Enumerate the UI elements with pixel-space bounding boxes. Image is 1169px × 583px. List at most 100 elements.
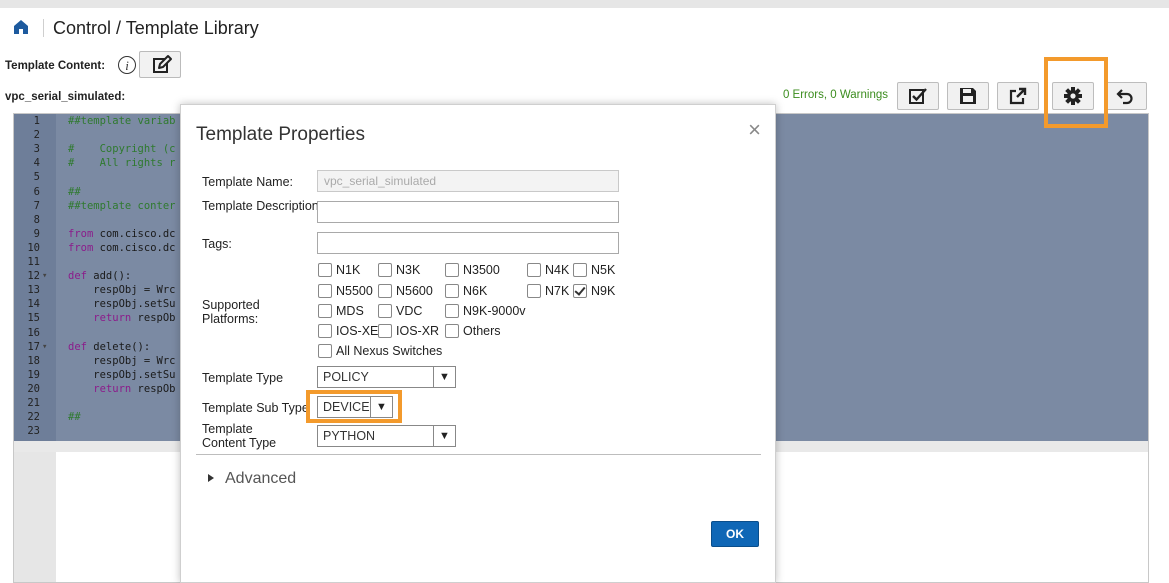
checkbox-label: N4K	[545, 263, 570, 277]
line-number: 11	[27, 256, 40, 268]
dropdown-arrow-icon: ▼	[370, 397, 392, 417]
template-sub-type-select[interactable]: DEVICE ▼	[317, 396, 393, 418]
checkbox-label: N5K	[591, 263, 616, 277]
checkbox-box[interactable]	[318, 344, 332, 358]
template-sub-type-label: Template Sub Type	[202, 401, 309, 415]
checkbox-label: IOS-XR	[396, 324, 440, 338]
line-number: 21	[27, 397, 40, 409]
template-properties-dialog: Template Properties × Template Name: Tem…	[180, 104, 776, 583]
checkbox-label: N7K	[545, 284, 570, 298]
template-type-label: Template Type	[202, 371, 284, 385]
checkbox-label: N9K-9000v	[463, 304, 526, 318]
template-content-label: Template Content:	[5, 60, 106, 72]
checkbox-box[interactable]	[527, 263, 541, 277]
checkbox-label: N5500	[336, 284, 373, 298]
expand-triangle-icon[interactable]	[208, 474, 214, 482]
dropdown-arrow-icon: ▼	[433, 367, 455, 387]
checkbox-box[interactable]	[318, 304, 332, 318]
template-description-input[interactable]	[317, 201, 619, 223]
platform-checkbox-n9k-9000v[interactable]: N9K-9000v	[445, 303, 526, 319]
platform-checkbox-n6k[interactable]: N6K	[445, 283, 487, 299]
open-external-icon	[1009, 87, 1027, 105]
code-text: respObj = Wrc	[68, 354, 176, 367]
checkbox-box[interactable]	[445, 263, 459, 277]
settings-icon	[1064, 87, 1082, 105]
line-number: 15	[27, 312, 40, 325]
checkbox-box[interactable]	[318, 263, 332, 277]
checkbox-box[interactable]	[318, 284, 332, 298]
line-number: 4	[33, 157, 40, 170]
platform-checkbox-others[interactable]: Others	[445, 323, 501, 339]
code-text: def add():	[68, 270, 132, 283]
template-name-label: Template Name:	[202, 175, 294, 189]
checkbox-label: Others	[463, 324, 501, 338]
undo-button[interactable]	[1105, 82, 1147, 110]
ok-button[interactable]: OK	[711, 521, 759, 547]
breadcrumb: Control / Template Library	[53, 18, 259, 38]
fold-arrow-icon[interactable]: ▾	[42, 342, 47, 353]
platform-checkbox-n4k[interactable]: N4K	[527, 262, 569, 278]
checkbox-box[interactable]	[573, 284, 587, 298]
checkbox-label: N3500	[463, 263, 500, 277]
checkbox-box[interactable]	[445, 324, 459, 338]
code-text: respObj.setSu	[68, 368, 176, 381]
template-content-type-select[interactable]: PYTHON ▼	[317, 425, 456, 447]
settings-button[interactable]	[1052, 82, 1094, 110]
line-number: 7	[33, 199, 40, 212]
checkbox-label: MDS	[336, 304, 364, 318]
line-number: 5	[33, 171, 40, 184]
checkbox-box[interactable]	[378, 284, 392, 298]
fold-arrow-icon[interactable]: ▾	[42, 271, 47, 282]
advanced-toggle[interactable]: Advanced	[225, 470, 296, 488]
close-icon[interactable]: ×	[748, 119, 761, 141]
validate-button[interactable]	[897, 82, 939, 110]
platform-checkbox-all-nexus-switches[interactable]: All Nexus Switches	[318, 343, 442, 359]
platform-checkbox-n5600[interactable]: N5600	[378, 283, 433, 299]
platform-checkbox-vdc[interactable]: VDC	[378, 303, 422, 319]
open-external-button[interactable]	[997, 82, 1039, 110]
platform-checkbox-n3500[interactable]: N3500	[445, 262, 500, 278]
line-number: 2	[33, 129, 40, 142]
code-text: respObj.setSu	[68, 298, 176, 311]
checkbox-box[interactable]	[378, 304, 392, 318]
validate-icon	[909, 88, 927, 104]
checkbox-box[interactable]	[378, 324, 392, 338]
checkbox-box[interactable]	[378, 263, 392, 277]
edit-template-button[interactable]	[139, 51, 181, 78]
checkbox-box[interactable]	[445, 304, 459, 318]
tags-input[interactable]	[317, 232, 619, 254]
platform-checkbox-n5500[interactable]: N5500	[318, 283, 373, 299]
platform-checkbox-ios-xr[interactable]: IOS-XR	[378, 323, 439, 339]
line-number: 20	[27, 382, 40, 395]
platform-checkbox-n5k[interactable]: N5K	[573, 262, 615, 278]
template-type-value: POLICY	[323, 370, 369, 384]
code-text: return respOb	[93, 382, 176, 395]
line-number: 6	[33, 185, 40, 198]
home-icon[interactable]	[14, 20, 28, 34]
top-border	[0, 0, 1169, 8]
dialog-title: Template Properties	[196, 124, 365, 145]
save-icon	[960, 88, 976, 104]
checkbox-label: IOS-XE	[336, 324, 379, 338]
platform-checkbox-n9k[interactable]: N9K	[573, 283, 615, 299]
code-text: ##	[68, 411, 81, 424]
platform-checkbox-n7k[interactable]: N7K	[527, 283, 569, 299]
template-content-type-label: Template Content Type	[202, 422, 277, 450]
checkbox-box[interactable]	[318, 324, 332, 338]
template-type-select[interactable]: POLICY ▼	[317, 366, 456, 388]
info-icon[interactable]: i	[118, 56, 136, 74]
checkbox-box[interactable]	[573, 263, 587, 277]
checkbox-box[interactable]	[527, 284, 541, 298]
checkbox-box[interactable]	[445, 284, 459, 298]
edit-icon	[153, 55, 172, 73]
line-number: 3	[33, 143, 40, 156]
save-button[interactable]	[947, 82, 989, 110]
platform-checkbox-n3k[interactable]: N3K	[378, 262, 420, 278]
checkbox-label: N5600	[396, 284, 433, 298]
line-number: 18	[27, 354, 40, 367]
platform-checkbox-mds[interactable]: MDS	[318, 303, 364, 319]
line-number: 1	[33, 115, 40, 127]
dropdown-arrow-icon: ▼	[433, 426, 455, 446]
platform-checkbox-ios-xe[interactable]: IOS-XE	[318, 323, 378, 339]
platform-checkbox-n1k[interactable]: N1K	[318, 262, 360, 278]
